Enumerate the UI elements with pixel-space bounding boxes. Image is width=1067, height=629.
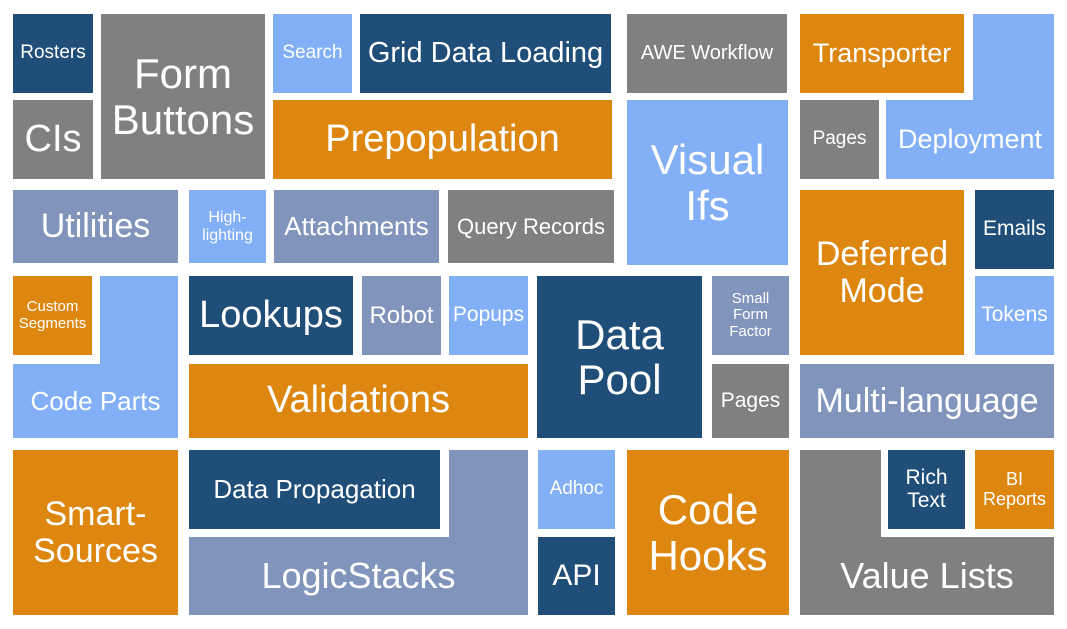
tile-cis[interactable]: CIs bbox=[13, 100, 93, 179]
tile-data-propagation[interactable]: Data Propagation bbox=[189, 450, 440, 529]
tile-smart-sources[interactable]: Smart- Sources bbox=[13, 450, 178, 615]
tile-label: LogicStacks bbox=[261, 554, 456, 596]
tile-label: Code Parts bbox=[30, 385, 161, 416]
tile-deferred-mode[interactable]: Deferred Mode bbox=[800, 190, 964, 355]
tile-highlighting[interactable]: High- lighting bbox=[189, 190, 266, 263]
tile-label: Tokens bbox=[981, 303, 1048, 327]
tile-robot[interactable]: Robot bbox=[362, 276, 441, 355]
tile-code-hooks[interactable]: Code Hooks bbox=[627, 450, 789, 615]
tile-label: AWE Workflow bbox=[640, 41, 774, 64]
tile-rosters[interactable]: Rosters bbox=[13, 14, 93, 93]
tile-adhoc[interactable]: Adhoc bbox=[538, 450, 615, 529]
tile-label: Prepopulation bbox=[325, 117, 560, 160]
tile-logicstacks[interactable]: LogicStacks bbox=[189, 537, 528, 615]
tile-small-form-factor[interactable]: Small Form Factor bbox=[712, 276, 789, 355]
tile-attachments[interactable]: Attachments bbox=[274, 190, 439, 263]
tile-label: Emails bbox=[982, 217, 1046, 241]
tile-popups[interactable]: Popups bbox=[449, 276, 528, 355]
tile-deployment-extension[interactable] bbox=[973, 14, 1054, 100]
tile-label: Query Records bbox=[457, 213, 605, 239]
tile-tokens[interactable]: Tokens bbox=[975, 276, 1054, 355]
tile-label: Custom Segments bbox=[18, 298, 87, 332]
tile-label: BI Reports bbox=[982, 469, 1047, 509]
tile-form-buttons[interactable]: Form Buttons bbox=[101, 14, 265, 179]
tile-awe-workflow[interactable]: AWE Workflow bbox=[627, 14, 787, 93]
tile-label: Data Pool bbox=[575, 310, 664, 403]
tile-bi-reports[interactable]: BI Reports bbox=[975, 450, 1054, 529]
tile-label: Robot bbox=[369, 301, 434, 329]
tile-deployment[interactable]: Deployment bbox=[886, 100, 1054, 179]
tile-utilities[interactable]: Utilities bbox=[13, 190, 178, 263]
tile-label: Lookups bbox=[199, 293, 343, 336]
tile-label: Small Form Factor bbox=[729, 290, 772, 340]
tile-label: Rich Text bbox=[905, 465, 948, 512]
tile-transporter[interactable]: Transporter bbox=[800, 14, 964, 93]
tile-label: Popups bbox=[452, 303, 525, 327]
tile-label: Form Buttons bbox=[111, 50, 255, 143]
tile-label: Search bbox=[282, 42, 343, 64]
tile-multi-language[interactable]: Multi-language bbox=[800, 364, 1054, 438]
tile-code-parts[interactable]: Code Parts bbox=[13, 364, 178, 438]
tile-custom-segments[interactable]: Custom Segments bbox=[13, 276, 92, 355]
tile-label: Deployment bbox=[897, 123, 1043, 154]
tile-value-lists[interactable]: Value Lists bbox=[800, 537, 1054, 615]
tile-label: Grid Data Loading bbox=[367, 36, 604, 69]
tile-rich-text[interactable]: Rich Text bbox=[888, 450, 965, 529]
tile-pages-top[interactable]: Pages bbox=[800, 100, 879, 179]
tile-label: Pages bbox=[720, 388, 781, 412]
tile-label: Adhoc bbox=[549, 478, 604, 500]
tile-search[interactable]: Search bbox=[273, 14, 352, 93]
tile-label: Value Lists bbox=[840, 554, 1014, 596]
tile-lookups[interactable]: Lookups bbox=[189, 276, 353, 355]
tile-label: Visual Ifs bbox=[650, 136, 765, 229]
tile-label: High- lighting bbox=[202, 209, 253, 244]
tile-data-pool[interactable]: Data Pool bbox=[537, 276, 702, 438]
tile-value-lists-extension[interactable] bbox=[800, 450, 881, 537]
tile-code-parts-extension[interactable] bbox=[100, 276, 178, 364]
tile-label: Validations bbox=[266, 379, 451, 422]
tile-label: Data Propagation bbox=[213, 474, 416, 505]
tile-prepopulation[interactable]: Prepopulation bbox=[273, 100, 612, 179]
tile-label: Transporter bbox=[812, 37, 952, 68]
tile-emails[interactable]: Emails bbox=[975, 190, 1054, 269]
tile-label: Multi-language bbox=[815, 381, 1039, 420]
tile-label: Rosters bbox=[20, 42, 86, 64]
tile-label: Attachments bbox=[284, 211, 429, 242]
tile-visual-ifs[interactable]: Visual Ifs bbox=[627, 100, 788, 265]
tile-label: API bbox=[552, 558, 601, 592]
tile-api[interactable]: API bbox=[538, 537, 615, 615]
tile-label: CIs bbox=[24, 117, 82, 160]
tile-label: Pages bbox=[812, 128, 867, 150]
tile-label: Code Hooks bbox=[648, 486, 768, 579]
tile-query-records[interactable]: Query Records bbox=[448, 190, 614, 263]
tile-logicstacks-extension[interactable] bbox=[449, 450, 528, 537]
tile-label: Utilities bbox=[40, 207, 151, 246]
tile-label: Smart- Sources bbox=[33, 494, 158, 570]
tile-validations[interactable]: Validations bbox=[189, 364, 528, 438]
tile-cloud-canvas: Rosters CIs Form Buttons Search Grid Data Lo… bbox=[0, 0, 1067, 629]
tile-pages-mid[interactable]: Pages bbox=[712, 364, 789, 438]
tile-grid-data-loading[interactable]: Grid Data Loading bbox=[360, 14, 611, 93]
tile-label: Deferred Mode bbox=[815, 234, 949, 310]
